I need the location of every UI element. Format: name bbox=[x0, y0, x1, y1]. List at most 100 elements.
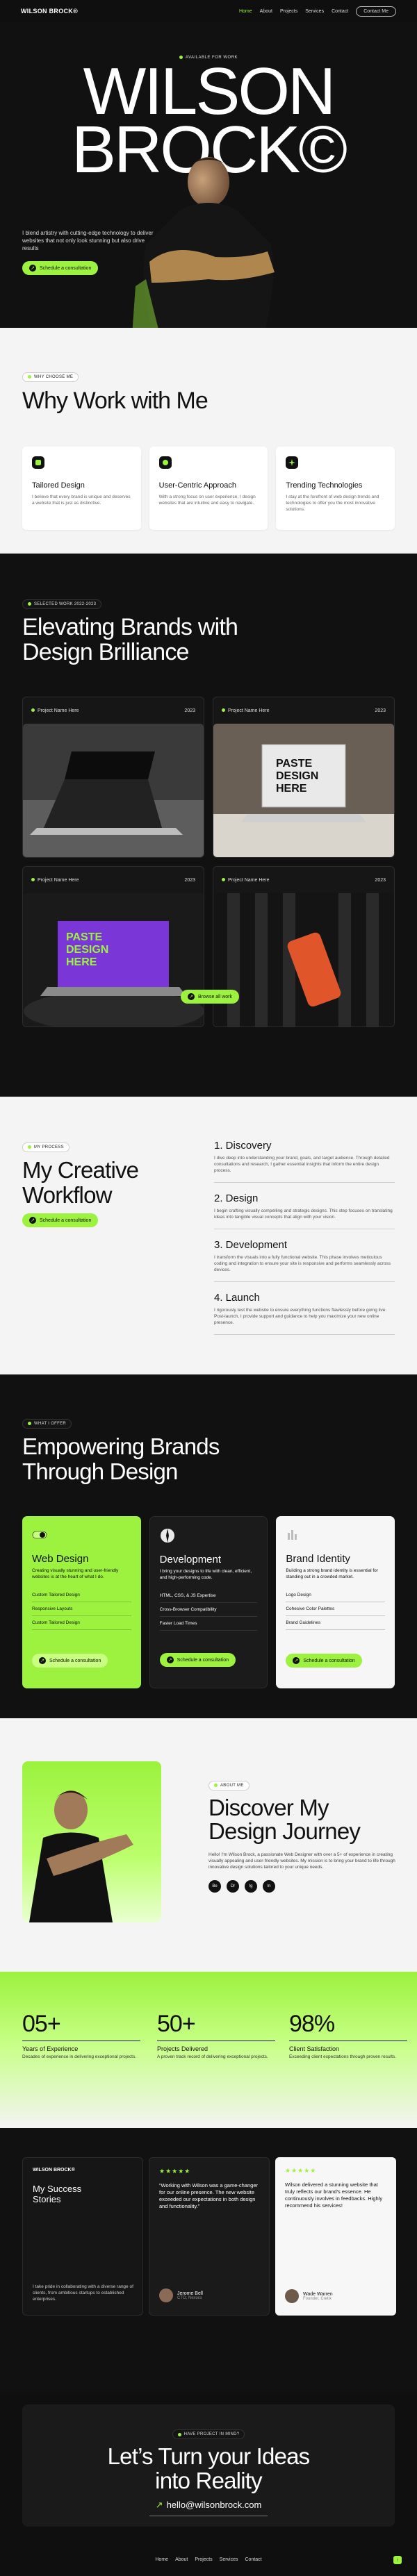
project-card[interactable]: Project Name Here 2023 bbox=[22, 697, 204, 858]
about-title: Discover My Design Journey bbox=[208, 1796, 396, 1843]
stat-number: 50+ bbox=[157, 2011, 275, 2041]
service-item: Logo Design bbox=[286, 1588, 386, 1602]
service-text: I bring your designs to life with clean,… bbox=[159, 1569, 252, 1580]
process-tag: MY PROCESS bbox=[22, 1142, 70, 1152]
works-tag-text: SELECTED WORK 2022-2023 bbox=[34, 601, 97, 606]
project-year: 2023 bbox=[184, 708, 195, 713]
project-card[interactable]: Project Name Here 2023 PASTE DESIGN HERE bbox=[213, 697, 395, 858]
cta-title-line2: into Reality bbox=[155, 2467, 262, 2493]
mock-text-1: PASTE bbox=[66, 931, 102, 943]
avatar bbox=[285, 2289, 299, 2303]
service-item: Custom Tailored Design bbox=[32, 1616, 131, 1630]
instagram-icon[interactable]: Ig bbox=[245, 1880, 257, 1893]
project-dot-icon bbox=[31, 708, 35, 713]
why-card-title: Tailored Design bbox=[32, 481, 85, 490]
testimonials-title-line2: Stories bbox=[33, 2194, 61, 2204]
cta-tag: HAVE PROJECT IN MIND? bbox=[172, 2429, 245, 2439]
footer-about[interactable]: About bbox=[175, 2557, 188, 2562]
tag-dot-icon bbox=[177, 2432, 181, 2436]
project-name: Project Name Here bbox=[31, 878, 79, 883]
service-item: Faster Load Times bbox=[159, 1617, 258, 1631]
email-link[interactable]: ↗ hello@wilsonbrock.com bbox=[156, 2500, 262, 2511]
stat-experience: 05+ Years of Experience Decades of exper… bbox=[22, 2011, 140, 2060]
testimonial-quote: Wilson delivered a stunning website that… bbox=[285, 2182, 383, 2209]
behance-icon[interactable]: Be bbox=[208, 1880, 221, 1893]
hero-schedule-label: Schedule a consultation bbox=[40, 265, 92, 271]
project-header: Project Name Here 2023 bbox=[213, 867, 394, 893]
nav-about[interactable]: About bbox=[260, 9, 272, 14]
step-text: I dive deep into understanding your bran… bbox=[214, 1156, 390, 1173]
cta-title: Let’s Turn your Ideas into Reality bbox=[22, 2444, 395, 2493]
toggle-icon bbox=[32, 1531, 47, 1539]
service-schedule-label: Schedule a consultation bbox=[49, 1658, 101, 1663]
nav-services[interactable]: Services bbox=[305, 9, 324, 14]
user-icon bbox=[158, 456, 172, 469]
social-links: Be Dr Ig In bbox=[208, 1880, 396, 1893]
testimonial-card: ★★★★★ Wilson delivered a stunning websit… bbox=[275, 2157, 396, 2316]
scroll-to-top-icon[interactable]: ↑ bbox=[393, 2556, 402, 2564]
arrow-icon: ↗ bbox=[166, 1656, 174, 1663]
stat-sub: A proven track record of delivering exce… bbox=[157, 2054, 268, 2059]
service-card-development: Development I bring your designs to life… bbox=[149, 1516, 268, 1688]
browse-all-work-button[interactable]: ↗ Browse all work bbox=[181, 990, 240, 1004]
mock-text-2: DESIGN bbox=[276, 770, 318, 782]
footer-projects[interactable]: Projects bbox=[195, 2557, 212, 2562]
why-title: Why Work with Me bbox=[22, 388, 208, 414]
about-description: Hello! I'm Wilson Brock, a passionate We… bbox=[208, 1852, 395, 1870]
testimonial-card: ★★★★★ “Working with Wilson was a game-ch… bbox=[149, 2157, 270, 2316]
hero-description: I blend artistry with cutting-edge techn… bbox=[22, 230, 154, 251]
stats-section: 05+ Years of Experience Decades of exper… bbox=[0, 1972, 417, 2128]
stat-label: Years of Experience bbox=[22, 2045, 79, 2052]
about-title-line1: Discover My bbox=[208, 1795, 329, 1820]
works-section: SELECTED WORK 2022-2023 Elevating Brands… bbox=[0, 554, 417, 1097]
arrow-icon: ↗ bbox=[188, 993, 195, 1000]
nav-home[interactable]: Home bbox=[239, 9, 252, 14]
contact-me-button[interactable]: Contact Me bbox=[356, 6, 396, 17]
about-text: ABOUT ME Discover My Design Journey Hello… bbox=[208, 1778, 396, 1893]
service-schedule-button[interactable]: ↗ Schedule a consultation bbox=[32, 1654, 108, 1668]
about-portrait-image bbox=[22, 1761, 161, 1922]
footer-contact[interactable]: Contact bbox=[245, 2557, 262, 2562]
mock-text-3: HERE bbox=[66, 956, 97, 968]
step-title: 2. Design bbox=[214, 1193, 259, 1204]
why-card-text: I stay at the forefront of web design tr… bbox=[286, 495, 379, 512]
why-card-text: With a strong focus on user experience, … bbox=[158, 495, 256, 506]
service-cards: Web Design Creating visually stunning an… bbox=[22, 1516, 395, 1688]
works-tag: SELECTED WORK 2022-2023 bbox=[22, 599, 102, 609]
project-dot-icon bbox=[31, 878, 35, 882]
step-title: 1. Discovery bbox=[214, 1140, 272, 1152]
project-header: Project Name Here 2023 bbox=[213, 697, 394, 724]
service-text: Building a strong brand identity is esse… bbox=[286, 1568, 378, 1579]
service-item: HTML, CSS, & JS Expertise bbox=[159, 1589, 258, 1603]
laptop-mockup-image: PASTE DESIGN HERE bbox=[23, 893, 204, 1027]
service-schedule-button[interactable]: ↗ Schedule a consultation bbox=[286, 1654, 362, 1668]
service-items: Custom Tailored Design Responsive Layout… bbox=[32, 1588, 131, 1630]
nav-projects[interactable]: Projects bbox=[280, 9, 297, 14]
why-tag-text: WHY CHOOSE ME bbox=[34, 374, 74, 379]
footer-services[interactable]: Services bbox=[220, 2557, 238, 2562]
linkedin-icon[interactable]: In bbox=[263, 1880, 275, 1893]
process-schedule-button[interactable]: ↗ Schedule a consultation bbox=[22, 1213, 99, 1227]
service-schedule-label: Schedule a consultation bbox=[303, 1658, 355, 1663]
step-text: I begin crafting visually compelling and… bbox=[214, 1208, 393, 1220]
logo[interactable]: WILSON BROCK® bbox=[21, 8, 78, 15]
dribbble-icon[interactable]: Dr bbox=[227, 1880, 239, 1893]
service-schedule-button[interactable]: ↗ Schedule a consultation bbox=[159, 1653, 236, 1667]
process-step: 1. Discovery I dive deep into understandi… bbox=[214, 1140, 395, 1183]
hero-schedule-button[interactable]: ↗ Schedule a consultation bbox=[22, 261, 99, 275]
project-year: 2023 bbox=[375, 708, 386, 713]
nav-contact[interactable]: Contact bbox=[332, 9, 348, 14]
sparkle-icon bbox=[286, 456, 299, 469]
services-tag-text: WHAT I OFFER bbox=[34, 1421, 67, 1426]
service-text: Creating visually stunning and user-frie… bbox=[32, 1568, 119, 1579]
why-tag: WHY CHOOSE ME bbox=[22, 372, 79, 382]
email-text: hello@wilsonbrock.com bbox=[166, 2500, 262, 2510]
project-card[interactable]: Project Name Here 2023 bbox=[213, 866, 395, 1027]
stat-label: Projects Delivered bbox=[157, 2045, 208, 2052]
testimonial-author: Jerome Bell CTO, Nexora bbox=[159, 2288, 203, 2302]
service-card-web-design: Web Design Creating visually stunning an… bbox=[22, 1516, 141, 1688]
project-header: Project Name Here 2023 bbox=[23, 697, 204, 724]
project-card[interactable]: Project Name Here 2023 PASTE DESIGN HERE bbox=[22, 866, 204, 1027]
footer-home[interactable]: Home bbox=[155, 2557, 168, 2562]
testimonials-intro: I take pride in collaborating with a div… bbox=[33, 2284, 133, 2302]
